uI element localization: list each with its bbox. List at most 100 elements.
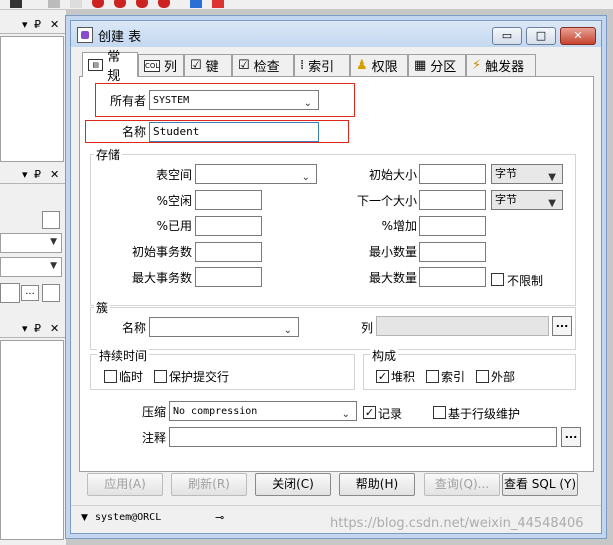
initial-size-input[interactable]: [419, 164, 486, 184]
max-extents-input[interactable]: [419, 267, 486, 287]
logging-checkbox[interactable]: ✓: [363, 406, 376, 419]
dropdown-icon[interactable]: ▾: [22, 18, 28, 31]
next-size-input[interactable]: [419, 190, 486, 210]
pct-free-label: %空闲: [156, 194, 192, 208]
cluster-columns-ellipsis-button[interactable]: ...: [552, 316, 572, 336]
ellipsis-button[interactable]: ...: [21, 285, 39, 301]
partition-icon: ▦: [414, 58, 427, 73]
wrench-icon[interactable]: [10, 0, 22, 8]
panel-header: ▾ ₽ ✕: [0, 16, 66, 34]
tab-general[interactable]: ▤ 常规: [82, 50, 138, 84]
connection-label: system@ORCL: [95, 512, 162, 523]
close-icon[interactable]: ✕: [50, 322, 59, 335]
tab-privileges[interactable]: ♟ 权限: [350, 54, 408, 76]
close-button[interactable]: 关闭(C): [255, 473, 331, 496]
pct-free-input[interactable]: [195, 190, 262, 210]
preserve-rows-checkbox[interactable]: [154, 370, 167, 383]
small-button[interactable]: [42, 211, 60, 229]
logging-label: 记录: [378, 407, 403, 421]
cluster-columns-input: [376, 316, 549, 336]
panel-header: ▾ ₽ ✕: [0, 320, 66, 338]
disabled-tool-icon: [48, 0, 60, 8]
help-button[interactable]: 帮助(H): [339, 473, 415, 496]
external-checkbox[interactable]: [476, 370, 489, 383]
temporary-checkbox[interactable]: [104, 370, 117, 383]
cluster-columns-label: 列: [361, 321, 374, 335]
caret-down-icon[interactable]: ▼: [81, 513, 88, 523]
column-icon: COL: [144, 59, 160, 72]
preserve-rows-label: 保护提交行: [169, 370, 230, 384]
tab-keys[interactable]: ☑ 键: [184, 54, 232, 76]
maximize-button[interactable]: □: [526, 27, 556, 45]
max-trans-input[interactable]: [195, 267, 262, 287]
tab-checks[interactable]: ☑ 检查: [232, 54, 294, 76]
pct-used-input[interactable]: [195, 216, 262, 236]
initial-unit-select[interactable]: 字节 ▼: [491, 164, 563, 184]
check-icon: ☑: [238, 58, 250, 73]
compression-select[interactable]: No compression ⌄: [169, 401, 357, 421]
left-combo[interactable]: ▼: [0, 257, 62, 277]
tab-triggers[interactable]: ⚡ 触发器: [466, 54, 536, 76]
unlimited-checkbox[interactable]: [491, 273, 504, 286]
external-label: 外部: [491, 370, 516, 384]
pct-increase-input[interactable]: [419, 216, 486, 236]
create-table-dialog: 创建 表 ▭ □ ✕ ▤ 常规 COL 列 ☑ 键 ☑ 检查 ⁞ 索引 ♟ 权限 ▦ 分区 ⚡…: [70, 20, 602, 534]
close-window-button[interactable]: ✕: [560, 27, 596, 45]
min-extents-input[interactable]: [419, 242, 486, 262]
next-unit-select[interactable]: 字节 ▼: [491, 190, 563, 210]
cluster-name-select[interactable]: ⌄: [149, 317, 299, 337]
object-browser-panel[interactable]: [0, 36, 64, 162]
red-tool-icon[interactable]: [136, 0, 148, 8]
left-input[interactable]: [0, 283, 20, 303]
comment-ellipsis-button[interactable]: ...: [561, 427, 581, 447]
pct-used-label: %已用: [156, 219, 192, 233]
table-name-input[interactable]: Student: [149, 122, 319, 142]
watermark: https://blog.csdn.net/weixin_44548406: [330, 516, 584, 531]
pin-icon[interactable]: ₽: [34, 322, 41, 335]
left-combo[interactable]: ▼: [0, 233, 62, 253]
chevron-down-icon: ⌄: [301, 172, 310, 183]
dropdown-icon[interactable]: ▾: [22, 168, 28, 181]
tab-partitions[interactable]: ▦ 分区: [408, 54, 466, 76]
pin-icon[interactable]: ₽: [34, 18, 41, 31]
arrow-right-blue-icon[interactable]: [190, 0, 202, 8]
chevron-down-icon: ▼: [50, 261, 57, 271]
pin-icon[interactable]: ⊸: [215, 511, 224, 524]
general-tab-panel: 所有者 SYSTEM ⌄ 名称 Student 存储 表空间 ⌄ %空闲 %已用…: [79, 76, 594, 472]
tablespace-label: 表空间: [155, 168, 192, 182]
panel-header: ▾ ₽ ✕: [0, 166, 66, 184]
comment-input[interactable]: [169, 427, 557, 447]
red-tool-icon[interactable]: [114, 0, 126, 8]
general-icon: ▤: [88, 59, 104, 71]
red-tool-icon[interactable]: [92, 0, 104, 8]
tab-columns[interactable]: COL 列: [138, 54, 184, 76]
refresh-button[interactable]: 刷新(R): [171, 473, 247, 496]
index-organized-checkbox[interactable]: [426, 370, 439, 383]
chevron-down-icon: ▼: [50, 237, 57, 247]
close-icon[interactable]: ✕: [50, 18, 59, 31]
minimize-button[interactable]: ▭: [492, 27, 522, 45]
red-tool-icon[interactable]: [158, 0, 170, 8]
dropdown-icon[interactable]: ▾: [22, 322, 28, 335]
find-icon[interactable]: [42, 284, 60, 302]
comment-label: 注释: [141, 431, 166, 445]
heap-checkbox[interactable]: ✓: [376, 370, 389, 383]
query-button[interactable]: 查询(Q)...: [424, 473, 500, 496]
tablespace-select[interactable]: ⌄: [195, 164, 317, 184]
view-sql-button[interactable]: 查看 SQL (Y): [502, 473, 578, 496]
ini-trans-label: 初始事务数: [131, 245, 192, 259]
row-movement-checkbox[interactable]: [433, 406, 446, 419]
title-bar[interactable]: 创建 表 ▭ □ ✕: [71, 21, 601, 47]
privilege-icon: ♟: [356, 58, 368, 73]
arrow-right-red-icon[interactable]: [212, 0, 224, 8]
pin-icon[interactable]: ₽: [34, 168, 41, 181]
tab-indexes[interactable]: ⁞ 索引: [294, 54, 350, 76]
close-icon[interactable]: ✕: [50, 168, 59, 181]
apply-button[interactable]: 应用(A): [87, 473, 163, 496]
window-title: 创建 表: [98, 30, 142, 45]
owner-select[interactable]: SYSTEM ⌄: [149, 90, 319, 110]
properties-panel[interactable]: [0, 340, 64, 540]
max-trans-label: 最大事务数: [131, 271, 192, 285]
index-organized-label: 索引: [441, 370, 466, 384]
ini-trans-input[interactable]: [195, 242, 262, 262]
